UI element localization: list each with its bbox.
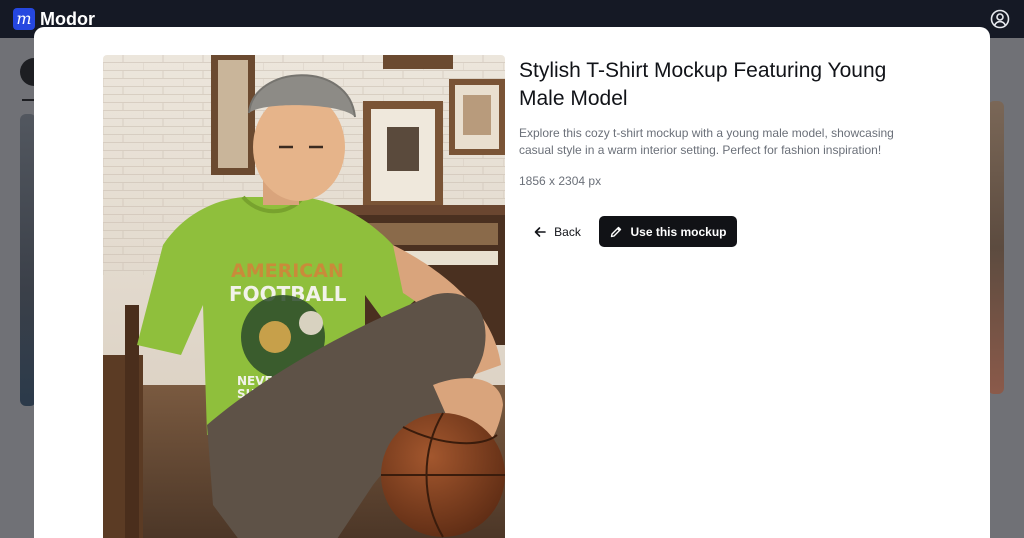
mockup-title: Stylish T-Shirt Mockup Featuring Young M… [519,59,887,110]
user-circle-icon[interactable] [989,8,1011,30]
mockup-preview-image: AMERICAN FOOTBALL NEVER SURRENDER [103,55,505,538]
arrow-left-icon [534,226,546,237]
mockup-description: Explore this cozy t-shirt mockup with a … [519,126,894,157]
back-button-label: Back [554,224,581,239]
pencil-icon [611,226,622,237]
logo-icon[interactable]: m [13,8,35,30]
use-this-mockup-label: Use this mockup [630,224,727,239]
svg-text:AMERICAN: AMERICAN [231,260,344,282]
use-this-mockup-button[interactable]: Use this mockup [599,216,737,247]
background-mockup-tile [988,101,1004,394]
back-button[interactable]: Back [522,216,592,247]
image-dimensions: 1856 x 2304 px [519,174,602,188]
